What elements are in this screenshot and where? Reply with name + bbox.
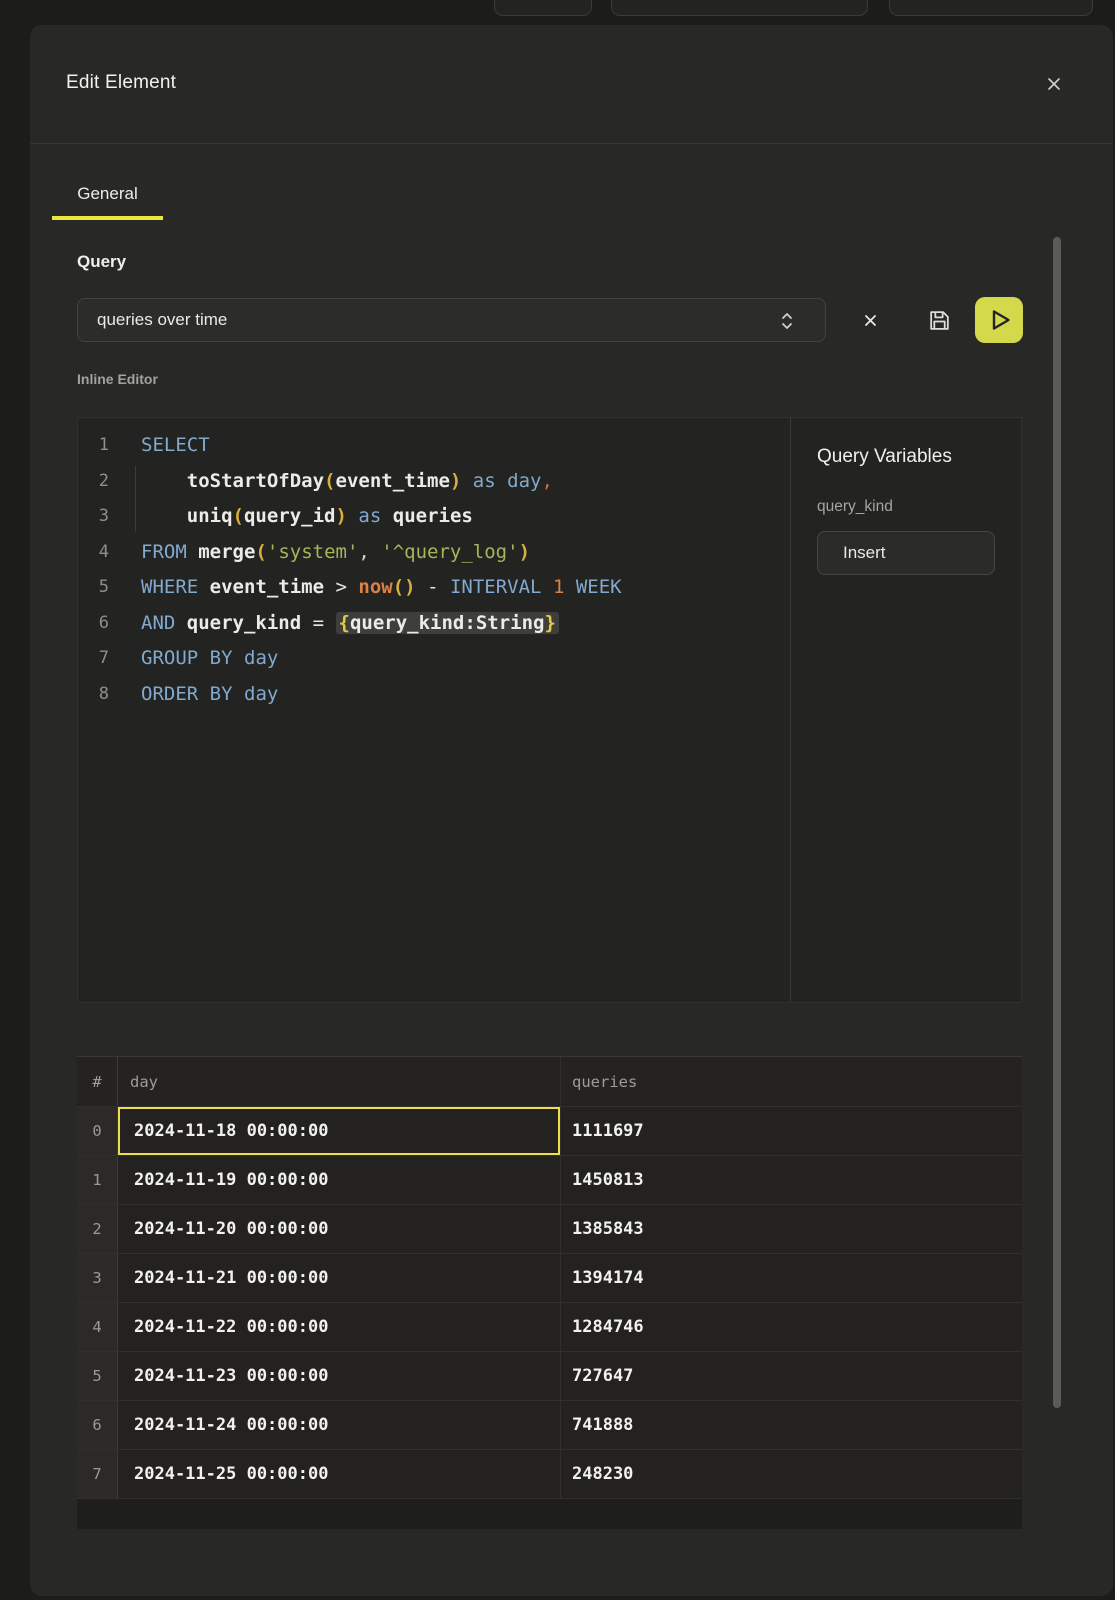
table-header-row: # day queries — [77, 1057, 1022, 1106]
column-header-queries: queries — [560, 1057, 1022, 1106]
query-select-value: queries over time — [97, 310, 227, 330]
header-divider — [30, 143, 1113, 144]
table-row: 02024-11-18 00:00:001111697 — [77, 1106, 1022, 1155]
day-cell[interactable]: 2024-11-20 00:00:00 — [118, 1205, 560, 1253]
background-tab — [611, 0, 868, 16]
select-updown-icon — [781, 310, 793, 332]
queries-cell[interactable]: 1385843 — [560, 1205, 1022, 1253]
queries-cell[interactable]: 1111697 — [560, 1107, 1022, 1155]
row-index-cell: 4 — [77, 1303, 118, 1351]
column-header-index: # — [77, 1057, 118, 1106]
table-footer — [77, 1498, 1022, 1529]
queries-cell[interactable]: 741888 — [560, 1401, 1022, 1449]
close-button[interactable] — [1038, 68, 1070, 100]
code-line[interactable]: 7GROUP BY day — [78, 641, 790, 677]
line-number: 5 — [78, 570, 109, 606]
row-index-cell: 1 — [77, 1156, 118, 1204]
line-content: SELECT — [109, 428, 210, 464]
table-row: 62024-11-24 00:00:00741888 — [77, 1400, 1022, 1449]
day-cell[interactable]: 2024-11-22 00:00:00 — [118, 1303, 560, 1351]
line-number: 1 — [78, 428, 109, 464]
save-floppy-icon — [927, 308, 952, 333]
line-number: 2 — [78, 464, 109, 500]
table-row: 12024-11-19 00:00:001450813 — [77, 1155, 1022, 1204]
line-content: AND query_kind = {query_kind:String} — [109, 606, 559, 642]
sql-editor: 1SELECT2 toStartOfDay(event_time) as day… — [77, 417, 1022, 1003]
background-tab — [494, 0, 592, 16]
query-variables-panel: Query Variables query_kind Insert — [791, 418, 1021, 1002]
variable-name-label: query_kind — [817, 498, 995, 516]
tab-general-label: General — [77, 184, 137, 204]
save-query-button[interactable] — [925, 306, 953, 334]
column-header-day: day — [118, 1057, 560, 1106]
table-row: 32024-11-21 00:00:001394174 — [77, 1253, 1022, 1302]
row-index-cell: 6 — [77, 1401, 118, 1449]
tab-general[interactable]: General — [52, 175, 163, 220]
line-content: GROUP BY day — [109, 641, 278, 677]
background-tab — [889, 0, 1093, 16]
play-icon — [975, 297, 1023, 343]
day-cell[interactable]: 2024-11-25 00:00:00 — [118, 1450, 560, 1498]
results-table: # day queries 02024-11-18 00:00:00111169… — [77, 1056, 1022, 1529]
line-number: 8 — [78, 677, 109, 713]
row-index-cell: 2 — [77, 1205, 118, 1253]
row-index-cell: 5 — [77, 1352, 118, 1400]
line-content: uniq(query_id) as queries — [109, 499, 473, 535]
queries-cell[interactable]: 248230 — [560, 1450, 1022, 1498]
query-variables-list: query_kind Insert — [817, 498, 995, 575]
code-line[interactable]: 4FROM merge('system', '^query_log') — [78, 535, 790, 571]
query-variables-title: Query Variables — [817, 446, 995, 468]
code-line[interactable]: 2 toStartOfDay(event_time) as day, — [78, 464, 790, 500]
code-line[interactable]: 8ORDER BY day — [78, 677, 790, 713]
table-body: 02024-11-18 00:00:00111169712024-11-19 0… — [77, 1106, 1022, 1498]
day-cell-selected[interactable]: 2024-11-18 00:00:00 — [118, 1107, 560, 1155]
clear-x-icon — [863, 313, 878, 328]
clear-query-button[interactable] — [856, 306, 884, 334]
row-index-cell: 7 — [77, 1450, 118, 1498]
day-cell[interactable]: 2024-11-24 00:00:00 — [118, 1401, 560, 1449]
code-line[interactable]: 1SELECT — [78, 428, 790, 464]
table-row: 22024-11-20 00:00:001385843 — [77, 1204, 1022, 1253]
queries-cell[interactable]: 1284746 — [560, 1303, 1022, 1351]
line-content: toStartOfDay(event_time) as day, — [109, 464, 553, 500]
row-index-cell: 0 — [77, 1107, 118, 1155]
indent-guide — [135, 466, 136, 532]
query-select[interactable]: queries over time — [77, 298, 826, 342]
inline-editor-label: Inline Editor — [77, 371, 158, 387]
code-editor-pane[interactable]: 1SELECT2 toStartOfDay(event_time) as day… — [78, 418, 790, 1002]
line-content: ORDER BY day — [109, 677, 278, 713]
table-row: 72024-11-25 00:00:00248230 — [77, 1449, 1022, 1498]
edit-element-modal: Edit Element General Query queries over … — [30, 25, 1113, 1596]
modal-scrollbar-thumb[interactable] — [1053, 237, 1061, 1408]
code-line[interactable]: 5WHERE event_time > now() - INTERVAL 1 W… — [78, 570, 790, 606]
code-line[interactable]: 3 uniq(query_id) as queries — [78, 499, 790, 535]
day-cell[interactable]: 2024-11-21 00:00:00 — [118, 1254, 560, 1302]
line-number: 4 — [78, 535, 109, 571]
row-index-cell: 3 — [77, 1254, 118, 1302]
queries-cell[interactable]: 1450813 — [560, 1156, 1022, 1204]
run-query-button[interactable] — [975, 297, 1023, 343]
line-content: WHERE event_time > now() - INTERVAL 1 WE… — [109, 570, 622, 606]
close-icon — [1045, 75, 1063, 93]
queries-cell[interactable]: 1394174 — [560, 1254, 1022, 1302]
table-row: 42024-11-22 00:00:001284746 — [77, 1302, 1022, 1351]
code-line[interactable]: 6AND query_kind = {query_kind:String} — [78, 606, 790, 642]
query-section-label: Query — [77, 252, 126, 272]
line-content: FROM merge('system', '^query_log') — [109, 535, 530, 571]
day-cell[interactable]: 2024-11-19 00:00:00 — [118, 1156, 560, 1204]
day-cell[interactable]: 2024-11-23 00:00:00 — [118, 1352, 560, 1400]
queries-cell[interactable]: 727647 — [560, 1352, 1022, 1400]
line-number: 3 — [78, 499, 109, 535]
line-number: 7 — [78, 641, 109, 677]
query-select-row: queries over time — [77, 297, 1053, 343]
insert-variable-button[interactable]: Insert — [817, 531, 995, 575]
table-row: 52024-11-23 00:00:00727647 — [77, 1351, 1022, 1400]
line-number: 6 — [78, 606, 109, 642]
modal-title: Edit Element — [66, 72, 176, 94]
screen: Edit Element General Query queries over … — [0, 0, 1115, 1600]
